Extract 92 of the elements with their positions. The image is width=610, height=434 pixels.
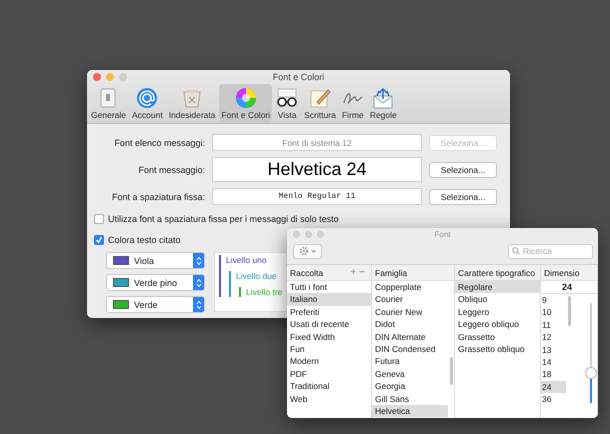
select-button[interactable]: Seleziona... [429,162,497,178]
zoom-button[interactable] [317,230,324,238]
list-item[interactable]: Leggero [455,306,540,318]
color-popup[interactable]: Viola [106,252,205,269]
column-header: Raccolta [290,268,324,278]
close-button[interactable] [293,230,300,238]
list-item[interactable]: Leggero obliquo [455,318,540,331]
quote-text: Livello tre [246,287,284,297]
quote-text: Livello due [236,271,278,281]
list-item[interactable]: Web [287,392,371,405]
list-item[interactable]: Fun [287,342,371,356]
search-field[interactable]: Ricerca [508,244,593,258]
toolbar-tab[interactable]: Font e Colori [219,84,272,123]
minimize-button[interactable] [106,73,114,81]
toolbar-tab[interactable]: Scrittura [302,84,338,123]
zoom-button[interactable] [119,73,127,81]
list-item[interactable]: Gill Sans [372,392,448,405]
toolbar-tab[interactable]: Firme [340,84,366,123]
pencil-paper-icon [308,87,331,109]
list-item[interactable]: DIN Alternate [372,330,448,343]
column-header: Carattere tipografico [458,268,536,278]
scroll-bar[interactable] [568,296,571,326]
list-item[interactable]: 18 [541,368,566,381]
checkbox[interactable] [94,214,104,224]
list-item[interactable]: 13 [541,344,566,356]
list-item[interactable]: Didot [372,318,448,331]
glasses-icon [276,87,298,109]
field-label: Font a spaziatura fissa: [110,192,205,202]
field-label: Font messaggio: [137,164,205,174]
toolbar-tab[interactable]: Generale [89,84,128,123]
checkbox-label: Colora testo citato [108,235,181,245]
color-popup[interactable]: Verde pino [106,274,205,291]
field-label: Font elenco messaggi: [113,138,205,148]
list-item[interactable]: Courier New [372,306,448,318]
slider-thumb[interactable] [585,367,597,379]
search-icon [512,247,520,255]
envelope-icon [372,87,394,109]
column-header: Dimensio [544,268,580,278]
list-item[interactable]: 10 [541,306,566,319]
list-item[interactable]: Grassetto obliquo [455,342,540,356]
toolbar-tab[interactable]: Indesiderata [166,84,218,123]
quote-text: Livello uno [226,255,268,265]
list-item[interactable]: 12 [541,331,566,344]
list-item[interactable]: Obliquo [455,293,540,306]
list-item[interactable]: PDF [287,368,371,380]
font-field[interactable]: Helvetica 24 [212,157,422,182]
list-item[interactable]: 14 [541,356,566,368]
gear-button[interactable] [293,244,322,258]
checkbox-label: Utilizza font a spaziatura fissa per i messaggi di solo testo [108,214,339,224]
list-item[interactable]: Traditional [287,380,371,393]
list-item[interactable]: 9 [541,294,566,306]
list-item[interactable]: Preferiti [287,306,371,318]
scroll-bar[interactable] [450,357,453,385]
checkbox[interactable] [94,235,104,245]
list-item[interactable]: Usati di recente [287,318,371,331]
list-item[interactable]: Georgia [372,380,448,393]
list-item[interactable]: Modern [287,355,371,368]
stepper-icon [196,278,202,288]
checkmark-icon [95,236,103,244]
font-field[interactable]: Menlo Regular 11 [212,188,422,205]
list-item[interactable]: 36 [541,393,566,406]
list-item[interactable]: Tutti i font [287,281,371,294]
list-item[interactable]: 24 [541,380,566,394]
toolbar-tab[interactable]: Vista [274,84,300,123]
select-button[interactable]: Seleziona... [429,188,497,204]
list-item[interactable]: Geneva [372,368,448,380]
list-item[interactable]: Fixed Width [287,330,371,343]
list-item[interactable]: 11 [541,318,566,332]
list-item[interactable]: Courier [372,293,448,306]
list-item[interactable]: Copperplate [372,281,448,294]
list-item[interactable]: Grassetto [455,330,540,343]
minimize-button[interactable] [305,230,312,238]
color-popup[interactable]: Verde [106,296,205,313]
stepper-icon [196,256,202,266]
column-header: Famiglia [375,268,408,278]
list-item[interactable]: Italiano [287,293,371,306]
at-icon [136,87,158,109]
trash-icon [181,87,204,109]
gear-icon [299,246,309,256]
list-item[interactable]: Futura [372,355,448,368]
caret-icon [311,249,316,253]
size-field[interactable]: 24 [541,281,597,294]
color-wheel-icon [234,87,257,109]
panel-title: Font [434,230,450,238]
stepper-icon [196,300,202,310]
list-item[interactable]: Regolare [455,281,540,294]
toolbar-tab[interactable]: Regole [368,84,399,123]
window-title: Font e Colori [272,72,324,82]
list-item[interactable]: Helvetica [372,404,448,418]
close-button[interactable] [93,73,101,81]
toolbar-tab[interactable]: Account [130,84,165,123]
list-item[interactable]: DIN Condensed [372,342,448,356]
